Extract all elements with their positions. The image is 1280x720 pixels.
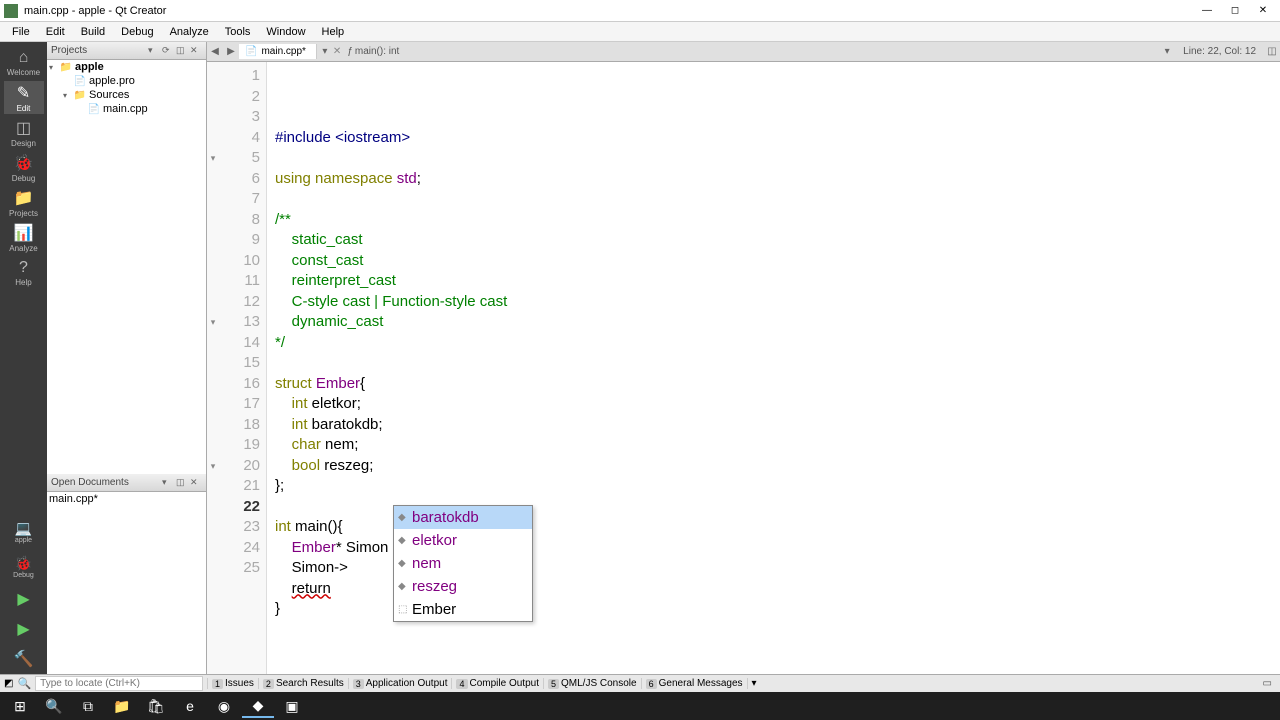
autocomplete-popup[interactable]: ◆baratokdb◆eletkor◆nem◆reszeg⬚Ember: [393, 505, 533, 622]
close-panel-icon[interactable]: ✕: [190, 45, 202, 57]
project-panel: Projects ▾ ⟳ ◫ ✕ ▾📁apple📄apple.pro▾📁Sour…: [47, 42, 207, 674]
output-panel-general-messages[interactable]: 6General Messages: [641, 678, 747, 689]
editor-area: ◀ ▶ 📄 main.cpp* ▾ ✕ ƒ main(): int ▾ Line…: [207, 42, 1280, 674]
titlebar: main.cpp - apple - Qt Creator — ◻ ✕: [0, 0, 1280, 22]
explorer-icon[interactable]: 📁: [106, 694, 138, 718]
tree-item[interactable]: ▾📁Sources: [47, 88, 206, 102]
opendocs-list[interactable]: main.cpp*: [47, 492, 206, 674]
tab-close-icon[interactable]: ✕: [333, 46, 341, 57]
opendocs-filter-icon[interactable]: ▾: [162, 477, 174, 489]
menu-window[interactable]: Window: [258, 24, 313, 40]
breadcrumb-icon: ƒ: [347, 46, 353, 57]
window-title: main.cpp - apple - Qt Creator: [24, 5, 1194, 17]
app-icon: [4, 4, 18, 18]
sync-icon[interactable]: ⟳: [162, 45, 174, 57]
projects-panel-title: Projects: [51, 45, 148, 56]
editor-tab[interactable]: 📄 main.cpp*: [239, 44, 317, 59]
split-icon[interactable]: ◫: [176, 45, 188, 57]
code-editor[interactable]: #include <iostream>using namespace std;/…: [267, 62, 1280, 674]
output-panel-compile-output[interactable]: 4Compile Output: [451, 678, 543, 689]
edge-icon[interactable]: e: [174, 694, 206, 718]
store-icon[interactable]: 🛍: [140, 694, 172, 718]
mode-edit[interactable]: ✎Edit: [4, 81, 44, 114]
output-panel-qml-js-console[interactable]: 5QML/JS Console: [543, 678, 641, 689]
minimize-button[interactable]: —: [1194, 2, 1220, 20]
mode-debug[interactable]: 🐞Debug: [4, 151, 44, 184]
output-panel-tabs: 1Issues2Search Results3Application Outpu…: [207, 678, 747, 689]
qtcreator-taskbar-icon[interactable]: ◆: [242, 694, 274, 718]
autocomplete-item[interactable]: ◆nem: [394, 552, 532, 575]
opendoc-item[interactable]: main.cpp*: [47, 492, 206, 506]
output-toggle-icon[interactable]: ◩: [4, 678, 13, 689]
output-panel-application-output[interactable]: 3Application Output: [348, 678, 452, 689]
menu-edit[interactable]: Edit: [38, 24, 73, 40]
menu-debug[interactable]: Debug: [113, 24, 161, 40]
projects-panel-header: Projects ▾ ⟳ ◫ ✕: [47, 42, 206, 60]
menu-help[interactable]: Help: [314, 24, 353, 40]
editor-split-icon[interactable]: ◫: [1264, 46, 1280, 57]
line-col-status: Line: 22, Col: 12: [1175, 46, 1264, 57]
fold-column[interactable]: ▾▾▾: [207, 62, 219, 674]
tree-item[interactable]: 📄main.cpp: [47, 102, 206, 116]
tab-file-icon: 📄: [245, 46, 257, 57]
tab-file-name: main.cpp*: [261, 46, 305, 57]
maximize-button[interactable]: ◻: [1222, 2, 1248, 20]
breadcrumb-text: main(): int: [355, 46, 399, 57]
nav-back-icon[interactable]: ◀: [207, 46, 223, 57]
nav-fwd-icon[interactable]: ▶: [223, 46, 239, 57]
start-button[interactable]: ⊞: [4, 694, 36, 718]
menu-analyze[interactable]: Analyze: [162, 24, 217, 40]
locator-input[interactable]: [35, 676, 203, 691]
panel-selector-icon[interactable]: ▾: [747, 678, 761, 689]
mode-design[interactable]: ◫Design: [4, 116, 44, 149]
editor-body[interactable]: ▾▾▾ 123456789101112131415161718192021222…: [207, 62, 1280, 674]
build-button[interactable]: 🔨: [4, 644, 44, 674]
menu-build[interactable]: Build: [73, 24, 113, 40]
menu-file[interactable]: File: [4, 24, 38, 40]
taskview-icon[interactable]: ⧉: [72, 694, 104, 718]
search-icon: 🔍: [17, 677, 31, 690]
tree-item[interactable]: ▾📁apple: [47, 60, 206, 74]
mode-sidebar: ⌂Welcome✎Edit◫Design🐞Debug📁Projects📊Anal…: [0, 42, 47, 674]
opendocs-split-icon[interactable]: ◫: [176, 477, 188, 489]
output-panel-search-results[interactable]: 2Search Results: [258, 678, 348, 689]
output-panel-issues[interactable]: 1Issues: [207, 678, 258, 689]
chrome-icon[interactable]: ◉: [208, 694, 240, 718]
run-debug-button[interactable]: ▶: [4, 614, 44, 644]
autocomplete-item[interactable]: ◆eletkor: [394, 529, 532, 552]
close-button[interactable]: ✕: [1250, 2, 1276, 20]
menubar: FileEditBuildDebugAnalyzeToolsWindowHelp: [0, 22, 1280, 42]
terminal-icon[interactable]: ▣: [276, 694, 308, 718]
tab-dropdown-icon[interactable]: ▾: [317, 46, 333, 57]
mode-help[interactable]: ?Help: [4, 256, 44, 289]
line-gutter: 1234567891011121314151617181920212223242…: [219, 62, 267, 674]
autocomplete-item[interactable]: ◆reszeg: [394, 575, 532, 598]
opendocs-close-icon[interactable]: ✕: [190, 477, 202, 489]
windows-taskbar: ⊞ 🔍 ⧉ 📁 🛍 e ◉ ◆ ▣: [0, 692, 1280, 720]
symbol-breadcrumb[interactable]: ƒ main(): int: [341, 46, 405, 57]
autocomplete-item[interactable]: ⬚Ember: [394, 598, 532, 621]
mode-analyze[interactable]: 📊Analyze: [4, 221, 44, 254]
tree-item[interactable]: 📄apple.pro: [47, 74, 206, 88]
mode-projects[interactable]: 📁Projects: [4, 186, 44, 219]
mode-welcome[interactable]: ⌂Welcome: [4, 46, 44, 79]
autocomplete-item[interactable]: ◆baratokdb: [394, 506, 532, 529]
run-button[interactable]: ▶: [4, 584, 44, 614]
menu-tools[interactable]: Tools: [217, 24, 259, 40]
opendocs-panel-header: Open Documents ▾ ◫ ✕: [47, 474, 206, 492]
filter-icon[interactable]: ▾: [148, 45, 160, 57]
target-button[interactable]: 💻apple: [4, 514, 44, 549]
search-taskbar-icon[interactable]: 🔍: [38, 694, 70, 718]
project-tree[interactable]: ▾📁apple📄apple.pro▾📁Sources📄main.cpp: [47, 60, 206, 474]
statusbar: ◩ 🔍 1Issues2Search Results3Application O…: [0, 674, 1280, 692]
opendocs-panel-title: Open Documents: [51, 477, 162, 488]
debug-sel-button[interactable]: 🐞Debug: [4, 549, 44, 584]
editor-tabs: ◀ ▶ 📄 main.cpp* ▾ ✕ ƒ main(): int ▾ Line…: [207, 42, 1280, 62]
progress-icon: ▭: [1263, 678, 1272, 689]
editor-menu-icon[interactable]: ▾: [1159, 46, 1175, 57]
